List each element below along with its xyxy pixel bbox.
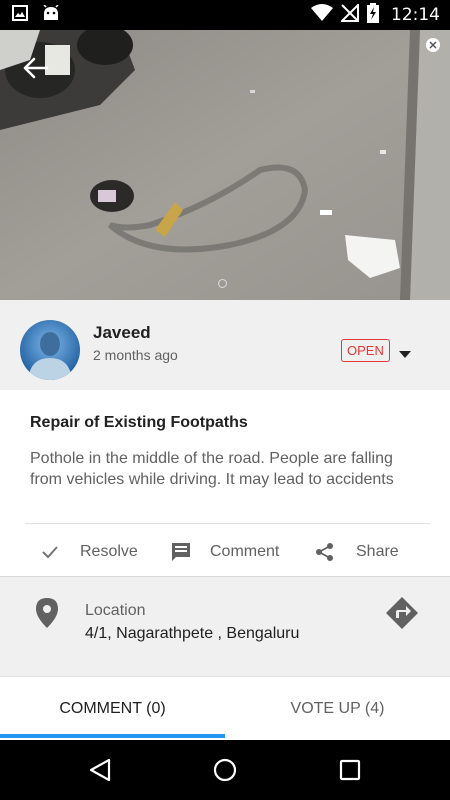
location-value: 4/1, Nagarathpete , Bengaluru <box>85 625 300 642</box>
close-icon[interactable] <box>426 38 440 52</box>
status-right-icons: 12:14 <box>311 2 440 28</box>
avatar <box>20 320 80 380</box>
location-label: Location <box>85 602 146 619</box>
home-circle-icon <box>213 758 237 782</box>
tab-comments[interactable]: COMMENT (0) <box>0 677 225 740</box>
battery-charging-icon <box>367 2 379 28</box>
post-title: Repair of Existing Footpaths <box>30 414 248 431</box>
share-label: Share <box>356 543 399 560</box>
caret-down-icon <box>399 351 411 358</box>
author-section: Javeed 2 months ago OPEN <box>0 300 450 390</box>
navigation-bar <box>0 740 450 800</box>
status-bar: 12:14 <box>0 0 450 30</box>
tab-indicator <box>0 734 225 738</box>
signal-off-icon <box>339 2 359 27</box>
status-time: 12:14 <box>391 5 440 25</box>
comment-label: Comment <box>210 543 280 560</box>
resolve-label: Resolve <box>80 543 138 560</box>
nav-home-button[interactable] <box>211 756 239 784</box>
location-pin-icon <box>36 598 58 628</box>
comment-button[interactable]: Comment <box>171 535 279 569</box>
tab-bar: COMMENT (0) VOTE UP (4) <box>0 676 450 740</box>
recents-square-icon <box>339 759 361 781</box>
back-button[interactable] <box>18 50 54 86</box>
post-description: Pothole in the middle of the road. Peopl… <box>30 450 394 488</box>
comment-icon <box>172 543 190 561</box>
location-section: Location 4/1, Nagarathpete , Bengaluru <box>0 577 450 676</box>
status-dropdown-button[interactable] <box>398 346 412 358</box>
author-name: Javeed <box>93 323 151 342</box>
resolve-button[interactable]: Resolve <box>40 535 138 569</box>
status-left-icons <box>12 3 60 26</box>
image-icon <box>12 4 28 26</box>
directions-button[interactable] <box>385 596 419 630</box>
issue-photo[interactable] <box>0 30 450 300</box>
nav-recents-button[interactable] <box>336 756 364 784</box>
directions-icon <box>386 597 418 629</box>
check-icon <box>42 546 58 559</box>
back-triangle-icon <box>89 758 111 782</box>
pager-dot <box>218 279 227 288</box>
android-icon <box>42 3 60 26</box>
wifi-icon <box>311 3 333 27</box>
status-badge[interactable]: OPEN <box>341 339 390 362</box>
post-details: Repair of Existing Footpaths Pothole in … <box>0 390 450 577</box>
tab-vote-up[interactable]: VOTE UP (4) <box>225 677 450 740</box>
arrow-back-icon <box>23 57 49 79</box>
post-time: 2 months ago <box>93 347 178 363</box>
share-button[interactable]: Share <box>315 535 399 569</box>
divider <box>25 523 430 524</box>
nav-back-button[interactable] <box>86 756 114 784</box>
pothole-photo <box>0 30 450 300</box>
share-icon <box>316 543 333 561</box>
